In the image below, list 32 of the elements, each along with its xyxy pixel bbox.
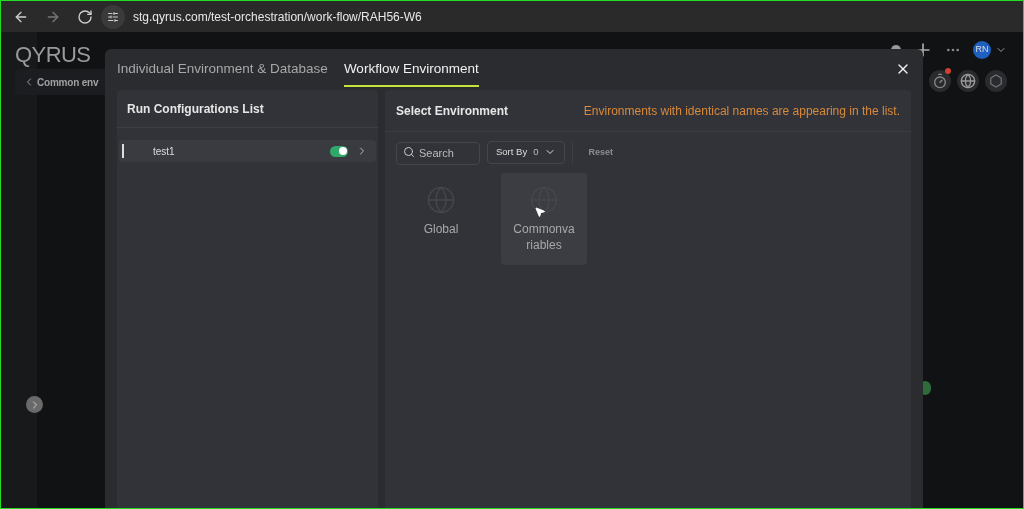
hexagon-icon: [989, 74, 1003, 88]
timer-icon: [932, 73, 948, 89]
search-field[interactable]: Search: [396, 141, 480, 165]
tab[interactable]: Workflow Environment: [343, 58, 479, 87]
toggle-switch[interactable]: [330, 145, 348, 157]
panel-title: Run Configurations List: [127, 100, 264, 118]
environment-card[interactable]: Global: [401, 172, 481, 265]
globe-icon: [960, 73, 976, 89]
mouse-cursor-icon: [534, 205, 546, 218]
timer-button[interactable]: [929, 70, 951, 92]
sort-dropdown[interactable]: Sort By 0: [487, 140, 566, 164]
environment-card[interactable]: Commonva riables: [501, 172, 587, 265]
environment-name: Commonva riables: [513, 220, 575, 253]
breadcrumb-text: Common env: [37, 75, 99, 90]
run-config-item[interactable]: test1: [119, 140, 376, 162]
environment-name: Global: [423, 220, 459, 237]
url-text: stg.qyrus.com/test-orchestration/work-flow/RAH56-W6: [133, 8, 422, 26]
warning-text: Environments with identical names are appearing in the list.: [583, 102, 900, 120]
site-settings-icon[interactable]: [107, 10, 119, 23]
globe-button[interactable]: [957, 70, 979, 92]
reload-icon[interactable]: [77, 8, 93, 25]
search-icon: [403, 146, 415, 158]
reset-button[interactable]: Reset: [580, 145, 621, 159]
user-avatar[interactable]: RN: [973, 41, 991, 59]
address-bar[interactable]: stg.qyrus.com/test-orchestration/work-flow/RAH56-W6: [101, 4, 422, 29]
config-name: test1: [153, 144, 175, 159]
expand-button[interactable]: [26, 396, 43, 413]
tab[interactable]: Individual Environment & Database: [117, 58, 328, 87]
panel-title: Select Environment: [396, 102, 509, 120]
globe-icon: [529, 184, 559, 215]
hexagon-button[interactable]: [985, 70, 1007, 92]
logo: QYRUS: [15, 41, 91, 69]
